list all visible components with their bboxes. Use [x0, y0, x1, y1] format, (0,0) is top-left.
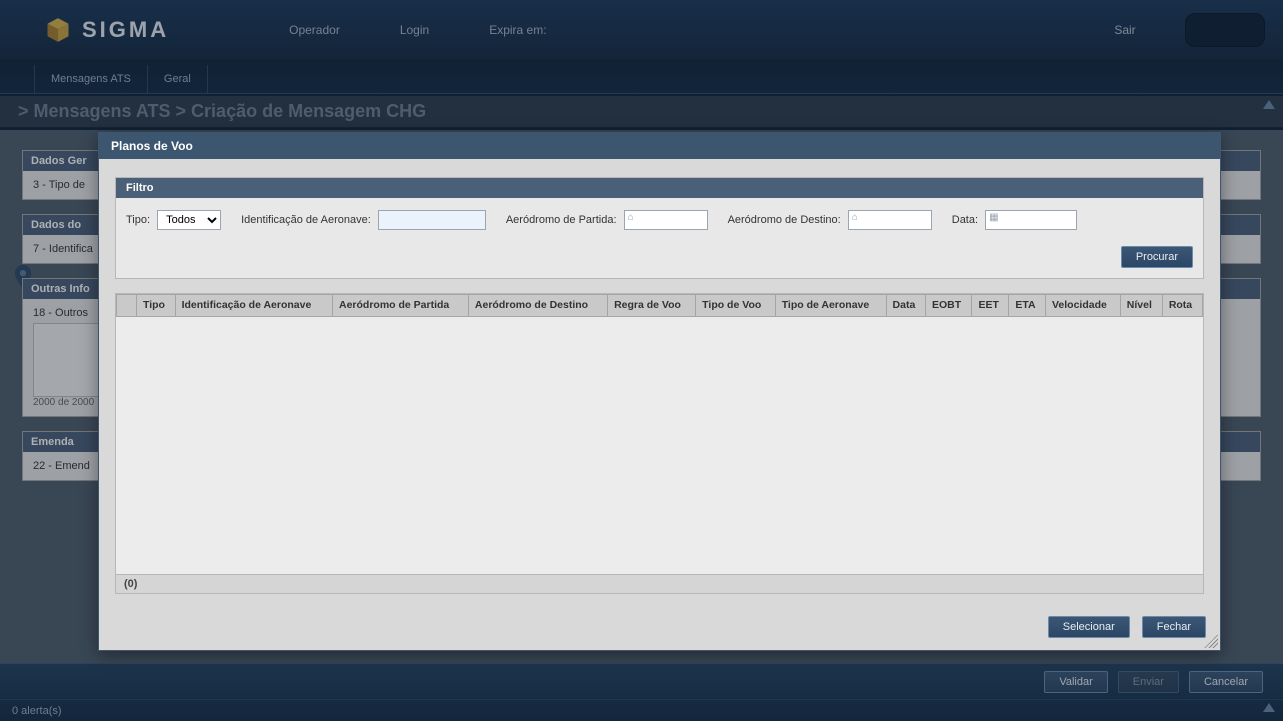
ident-aeronave-input[interactable]	[378, 210, 486, 230]
airport-icon: ⌂	[852, 212, 858, 223]
modal-title: Planos de Voo	[99, 133, 1220, 159]
tipo-label: Tipo:	[126, 214, 150, 226]
data-input[interactable]	[985, 210, 1077, 230]
aerodromo-destino-input[interactable]	[848, 210, 932, 230]
col-data[interactable]: Data	[886, 295, 925, 317]
col-ident-aeronave[interactable]: Identificação de Aeronave	[175, 295, 332, 317]
modal-planos-de-voo: Planos de Voo Filtro Tipo: Todos Identif…	[98, 132, 1221, 651]
col-eobt[interactable]: EOBT	[925, 295, 972, 317]
procurar-button[interactable]: Procurar	[1121, 246, 1193, 268]
partida-label: Aeródromo de Partida:	[506, 214, 617, 226]
destino-label: Aeródromo de Destino:	[728, 214, 841, 226]
col-tipo[interactable]: Tipo	[137, 295, 176, 317]
col-nivel[interactable]: Nível	[1120, 295, 1162, 317]
aerodromo-partida-input[interactable]	[624, 210, 708, 230]
col-tipo-voo[interactable]: Tipo de Voo	[696, 295, 776, 317]
data-label: Data:	[952, 214, 978, 226]
col-aero-destino[interactable]: Aeródromo de Destino	[468, 295, 607, 317]
col-rota[interactable]: Rota	[1162, 295, 1202, 317]
filter-title: Filtro	[116, 178, 1203, 198]
ident-label: Identificação de Aeronave:	[241, 214, 371, 226]
col-eet[interactable]: EET	[972, 295, 1009, 317]
col-blank[interactable]	[117, 295, 137, 317]
resize-handle-icon[interactable]	[1204, 634, 1218, 648]
col-tipo-aeronave[interactable]: Tipo de Aeronave	[775, 295, 886, 317]
results-table: Tipo Identificação de Aeronave Aeródromo…	[115, 293, 1204, 594]
table-empty-area	[116, 317, 1203, 574]
col-velocidade[interactable]: Velocidade	[1045, 295, 1120, 317]
col-aero-partida[interactable]: Aeródromo de Partida	[332, 295, 468, 317]
fechar-button[interactable]: Fechar	[1142, 616, 1206, 638]
row-count: (0)	[116, 574, 1203, 593]
selecionar-button[interactable]: Selecionar	[1048, 616, 1130, 638]
col-regra-voo[interactable]: Regra de Voo	[608, 295, 696, 317]
calendar-icon: ▦	[989, 212, 998, 223]
col-eta[interactable]: ETA	[1009, 295, 1046, 317]
airport-icon: ⌂	[628, 212, 634, 223]
filter-box: Filtro Tipo: Todos Identificação de Aero…	[115, 177, 1204, 279]
tipo-select[interactable]: Todos	[157, 210, 221, 230]
